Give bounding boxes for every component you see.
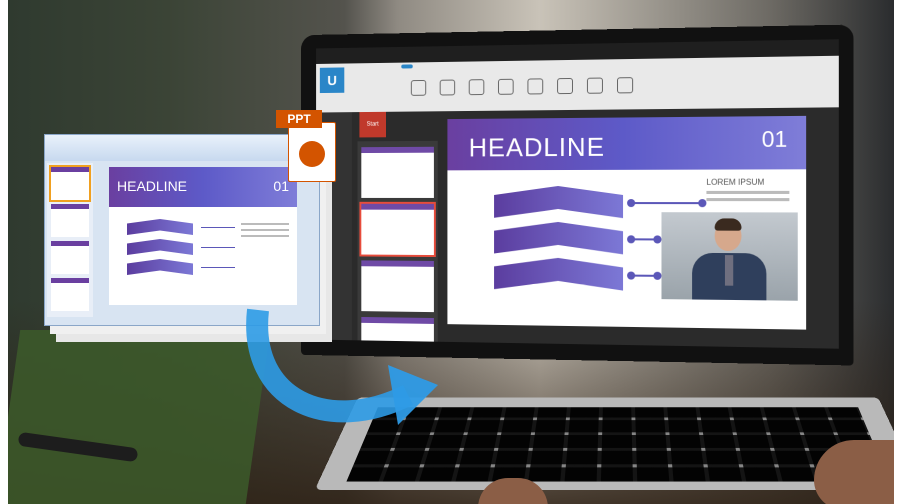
ppt-badge: PPT: [276, 110, 322, 128]
tab-active[interactable]: [401, 64, 412, 68]
text-line: [241, 223, 289, 225]
curved-arrow-icon: [238, 300, 458, 450]
record-button[interactable]: Start: [359, 112, 386, 138]
slide-thumbnail[interactable]: [361, 204, 434, 255]
tab-secondary[interactable]: [420, 64, 432, 68]
chevron-shape: [127, 239, 193, 255]
presenter-webcam: [661, 212, 797, 301]
green-notebook: [8, 330, 270, 504]
connector-line: [201, 247, 235, 248]
text-line: [241, 235, 289, 237]
tool-icon[interactable]: [411, 80, 426, 96]
pie-icon: [299, 141, 325, 167]
connector-line: [631, 238, 657, 240]
ppt-thumbnail[interactable]: [51, 204, 89, 237]
tool-icon[interactable]: [527, 78, 543, 94]
slide-header: HEADLINE 01: [447, 116, 806, 170]
presenter-tie: [725, 255, 733, 286]
slide-headline: HEADLINE: [469, 132, 605, 164]
ppt-text-block: [241, 219, 289, 237]
ppt-thumbnail[interactable]: [51, 241, 89, 274]
tool-icon[interactable]: [440, 80, 455, 96]
hand: [814, 440, 894, 504]
ribbon-tools: [411, 77, 633, 96]
ribbon-tabs: [401, 64, 432, 68]
connector-line: [631, 275, 657, 277]
tool-icon[interactable]: [498, 79, 514, 95]
ppt-thumbnail-panel: [47, 163, 93, 317]
ppt-headline: HEADLINE: [117, 178, 187, 194]
file-icon: [288, 122, 336, 182]
main-slide: HEADLINE 01 LOREM IPSUM: [447, 116, 806, 332]
ppt-slide-header: HEADLINE 01: [109, 167, 297, 207]
photo-scene: U Start HEADLINE 01 LOREM IPSUM HEADLINE…: [8, 0, 894, 504]
powerpoint-file-icon: PPT: [276, 110, 340, 184]
chevron-shape: [494, 186, 623, 218]
chevron-shape: [127, 259, 193, 275]
app-logo: U: [320, 67, 344, 93]
text-line: [241, 229, 289, 231]
chevron-shape: [127, 219, 193, 235]
slide-thumbnail[interactable]: [361, 147, 434, 198]
connector-line: [201, 227, 235, 228]
ppt-slide: HEADLINE 01: [109, 167, 297, 305]
tool-icon[interactable]: [587, 78, 603, 94]
text-line: [706, 198, 789, 201]
slide-number: 01: [762, 126, 788, 153]
tool-icon[interactable]: [617, 77, 633, 93]
chevron-shape: [494, 222, 623, 255]
app-ribbon: U: [316, 56, 839, 113]
ppt-thumbnail[interactable]: [51, 278, 89, 311]
presenter-hair: [715, 218, 742, 230]
chevron-shape: [494, 257, 623, 290]
side-title: LOREM IPSUM: [706, 178, 789, 187]
ppt-thumbnail[interactable]: [51, 167, 89, 200]
tool-icon[interactable]: [557, 78, 573, 94]
connector-line: [201, 267, 235, 268]
connector-line: [631, 202, 702, 204]
side-text-block: LOREM IPSUM: [706, 178, 789, 202]
tool-icon[interactable]: [469, 79, 485, 95]
text-line: [706, 191, 789, 194]
